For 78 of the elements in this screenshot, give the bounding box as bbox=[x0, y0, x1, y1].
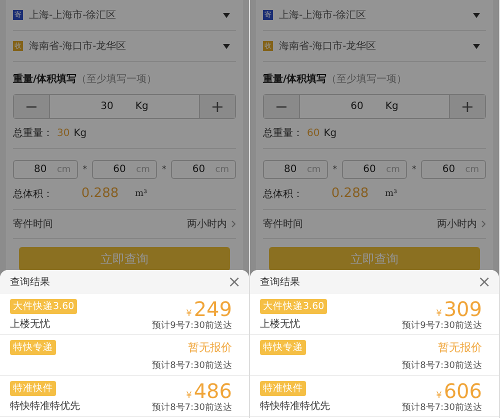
delivery-estimate: 预计9号7:30前送达 bbox=[152, 320, 232, 332]
service-subtitle: 上楼无忧 bbox=[10, 318, 51, 331]
times-sign: * bbox=[412, 164, 416, 174]
times-sign: * bbox=[332, 164, 338, 174]
result-item[interactable]: 特准快件 特快特准特优先 ¥606 预计8号7:30前送达 bbox=[250, 376, 499, 417]
delivery-estimate: 预计8号7:30前送达 bbox=[152, 402, 232, 414]
service-subtitle: 特快特准特优先 bbox=[260, 400, 330, 413]
total-volume-label: 总体积： bbox=[13, 188, 53, 200]
minus-button[interactable]: − bbox=[14, 95, 50, 118]
service-tag: 特快专递 bbox=[10, 340, 56, 355]
service-tag: 大件快递3.60 bbox=[260, 299, 328, 314]
service-tag: 特准快件 bbox=[260, 381, 306, 396]
price: ¥486 bbox=[186, 381, 232, 401]
times-sign: * bbox=[82, 164, 88, 174]
field-value: 80 bbox=[34, 164, 47, 175]
minus-button[interactable]: − bbox=[264, 95, 300, 118]
result-item[interactable]: 特准快件 特快特准特优先 ¥486 预计8号7:30前送达 bbox=[0, 376, 249, 417]
weight-value[interactable]: 30 bbox=[100, 101, 114, 112]
address-text[interactable]: 上海-上海市-徐汇区 bbox=[279, 8, 467, 22]
total-weight-label: 总重量： bbox=[263, 126, 303, 140]
field-value: 60 bbox=[363, 164, 376, 175]
result-item[interactable]: 大件快递3.60 上楼无忧 ¥249 预计9号7:30前送达 bbox=[0, 294, 249, 335]
total-weight-label: 总重量： bbox=[13, 126, 53, 140]
section-hint: （至少填写一项） bbox=[76, 72, 157, 86]
address-text[interactable]: 海南省-海口市-龙华区 bbox=[29, 39, 217, 53]
ship-time-value[interactable]: 两小时内 bbox=[187, 217, 227, 231]
result-item[interactable]: 特快专递 暂无报价 预计8号7:30前送达 bbox=[250, 335, 499, 376]
delivery-estimate: 预计9号7:30前送达 bbox=[402, 320, 482, 332]
field-value: 60 bbox=[192, 164, 206, 175]
service-subtitle: 特快特准特优先 bbox=[10, 400, 80, 413]
no-quote-text: 暂无报价 bbox=[188, 340, 232, 355]
address-text[interactable]: 海南省-海口市-龙华区 bbox=[279, 39, 467, 53]
total-volume-value: 0.288 bbox=[80, 186, 120, 201]
price: ¥249 bbox=[186, 299, 232, 319]
delivery-estimate: 预计8号7:30前送达 bbox=[402, 360, 482, 372]
ship-time-value[interactable]: 两小时内 bbox=[437, 217, 477, 231]
total-weight-value: 30 bbox=[57, 128, 70, 139]
total-volume-value: 0.288 bbox=[330, 186, 370, 201]
address-text[interactable]: 上海-上海市-徐汇区 bbox=[29, 8, 217, 22]
unit-label: m³ bbox=[385, 188, 398, 198]
service-tag: 大件快递3.60 bbox=[10, 299, 78, 314]
close-button[interactable]: × bbox=[478, 274, 491, 290]
weight-value[interactable]: 60 bbox=[350, 101, 364, 112]
service-subtitle: 上楼无忧 bbox=[260, 318, 301, 331]
ship-time-label: 寄件时间 bbox=[13, 218, 53, 231]
section-title: 重量/体积填写 bbox=[13, 72, 77, 86]
close-button[interactable]: × bbox=[228, 274, 241, 290]
section-title: 重量/体积填写 bbox=[263, 72, 327, 86]
price: ¥606 bbox=[436, 381, 482, 401]
unit-label: Kg bbox=[135, 101, 148, 112]
dropdown-caret-icon[interactable] bbox=[223, 12, 230, 18]
delivery-estimate: 预计8号7:30前送达 bbox=[152, 360, 232, 372]
plus-button[interactable]: + bbox=[199, 95, 235, 118]
sheet-title: 查询结果 bbox=[260, 276, 300, 289]
unit-label: Kg bbox=[74, 128, 87, 139]
unit-label: m³ bbox=[135, 188, 148, 198]
unit-label: Kg bbox=[324, 128, 337, 139]
no-quote-text: 暂无报价 bbox=[438, 340, 482, 355]
delivery-estimate: 预计8号7:30前送达 bbox=[402, 402, 482, 414]
total-volume-label: 总体积： bbox=[263, 188, 303, 200]
service-tag: 特快专递 bbox=[260, 340, 306, 355]
price: ¥309 bbox=[436, 299, 482, 319]
dropdown-caret-icon[interactable] bbox=[223, 44, 230, 48]
section-hint: （至少填写一项） bbox=[326, 72, 407, 86]
times-sign: * bbox=[162, 164, 166, 174]
result-item[interactable]: 特快专递 暂无报价 预计8号7:30前送达 bbox=[0, 335, 249, 376]
field-value: 60 bbox=[113, 164, 126, 175]
service-tag: 特准快件 bbox=[10, 381, 56, 396]
field-value: 80 bbox=[284, 164, 297, 175]
sheet-title: 查询结果 bbox=[10, 276, 50, 289]
plus-button[interactable]: + bbox=[449, 95, 485, 118]
unit-label: Kg bbox=[385, 101, 398, 112]
dropdown-caret-icon[interactable] bbox=[473, 12, 480, 18]
result-item[interactable]: 大件快递3.60 上楼无忧 ¥309 预计9号7:30前送达 bbox=[250, 294, 499, 335]
field-value: 60 bbox=[442, 164, 456, 175]
ship-time-label: 寄件时间 bbox=[263, 218, 303, 231]
total-weight-value: 60 bbox=[307, 128, 320, 139]
dropdown-caret-icon[interactable] bbox=[473, 44, 480, 48]
